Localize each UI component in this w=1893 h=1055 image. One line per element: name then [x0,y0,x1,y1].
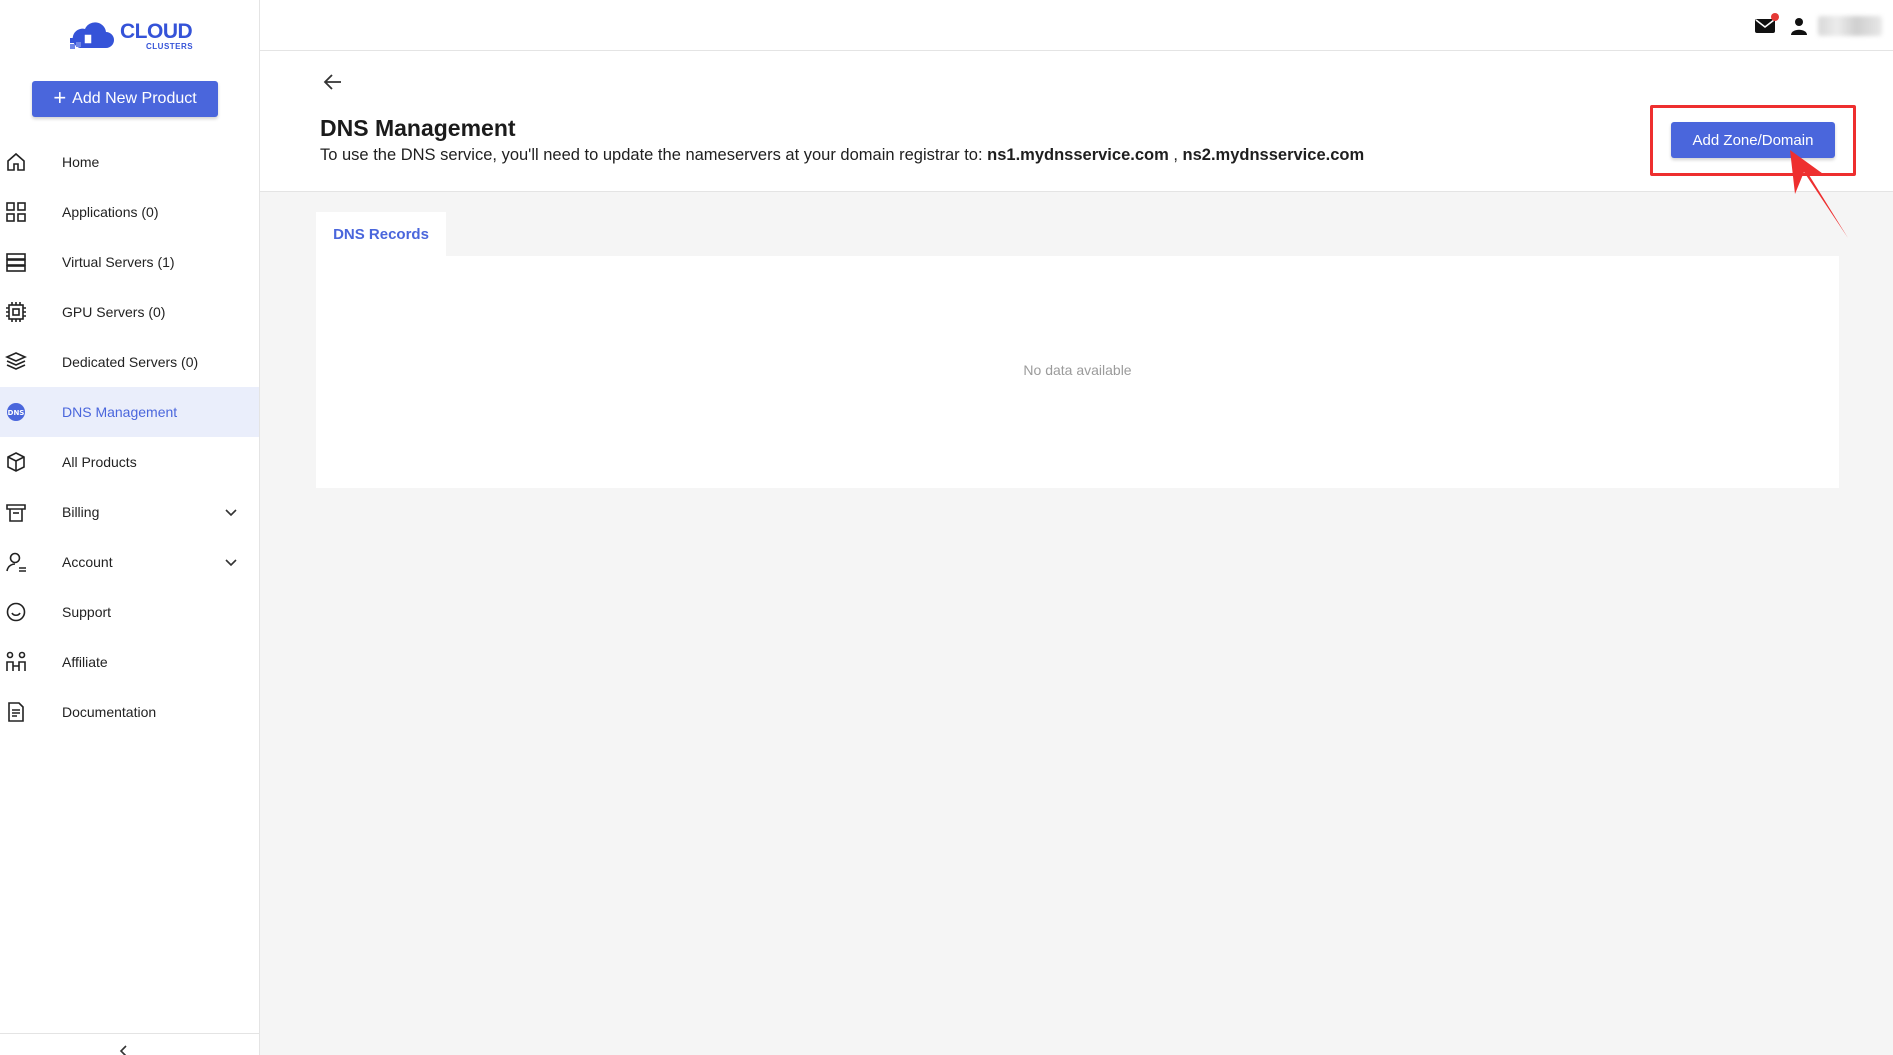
logo-subtext: CLUSTERS [146,42,194,51]
sidebar-item-label: Affiliate [62,654,108,670]
page-header: DNS Management To use the DNS service, y… [260,51,1893,192]
page-title: DNS Management [320,115,516,141]
sidebar-item-gpu-servers[interactable]: GPU Servers (0) [0,287,259,337]
sidebar-item-label: Home [62,154,100,170]
sidebar-item-label: GPU Servers (0) [62,304,166,320]
top-bar: ········ [260,0,1893,51]
sidebar-item-label: Virtual Servers (1) [62,254,175,270]
sidebar: CLOUD CLUSTERS + Add New Product Home Ap… [0,0,260,1055]
add-new-product-label: Add New Product [72,90,197,107]
brand-logo[interactable]: CLOUD CLUSTERS [66,20,193,52]
apps-grid-icon [6,202,26,222]
sidebar-item-dns-management[interactable]: DNS DNS Management [0,387,259,437]
sidebar-item-documentation[interactable]: Documentation [0,687,259,737]
document-icon [8,702,24,722]
add-zone-domain-button[interactable]: Add Zone/Domain [1671,122,1835,158]
box-icon [7,452,25,472]
sidebar-item-label: All Products [62,454,137,470]
mail-button[interactable] [1754,13,1779,36]
user-outline-icon [6,552,26,572]
sidebar-item-account[interactable]: Account [0,537,259,587]
sidebar-footer [0,1033,259,1055]
layers-icon [5,352,27,370]
dns-records-panel: No data available [316,256,1839,488]
nameserver-1: ns1.mydnsservice.com [987,146,1169,164]
nameserver-separator: , [1168,146,1183,164]
receipt-icon [6,504,26,522]
sidebar-nav: Home Applications (0) Virtual Servers (1… [0,137,259,737]
cloud-logo-icon [70,22,114,49]
sidebar-item-label: Applications (0) [62,204,159,220]
sidebar-item-billing[interactable]: Billing [0,487,259,537]
dns-globe-icon: DNS [7,403,25,421]
nameserver-2: ns2.mydnsservice.com [1182,146,1365,164]
username[interactable]: ········ [1818,16,1882,36]
notification-dot [1771,13,1779,21]
sidebar-item-label: Dedicated Servers (0) [62,354,199,370]
sidebar-item-home[interactable]: Home [0,137,259,187]
nameserver-instructions: To use the DNS service, you'll need to u… [320,146,1364,165]
back-arrow-icon[interactable] [322,71,344,93]
plus-icon: + [53,85,67,110]
chip-icon [6,302,26,322]
sidebar-item-label: Account [62,554,113,570]
sidebar-item-affiliate[interactable]: Affiliate [0,637,259,687]
sidebar-item-label: Billing [62,504,100,520]
user-icon[interactable] [1790,17,1808,35]
add-new-product-button[interactable]: + Add New Product [32,81,218,117]
server-stack-icon [6,253,26,272]
affiliate-icon [6,651,26,671]
sidebar-item-support[interactable]: Support [0,587,259,637]
empty-state-text: No data available [1023,362,1132,378]
svg-text:DNS: DNS [8,409,25,417]
sidebar-item-virtual-servers[interactable]: Virtual Servers (1) [0,237,259,287]
sidebar-item-label: Documentation [62,704,157,720]
instructions-text: To use the DNS service, you'll need to u… [320,146,988,164]
chevron-left-icon[interactable] [117,1044,131,1055]
chevron-down-icon[interactable] [224,555,238,569]
sidebar-item-applications[interactable]: Applications (0) [0,187,259,237]
sidebar-item-all-products[interactable]: All Products [0,437,259,487]
chevron-down-icon[interactable] [224,505,238,519]
home-icon [7,152,25,171]
smile-chat-icon [6,602,26,622]
sidebar-item-dedicated-servers[interactable]: Dedicated Servers (0) [0,337,259,387]
sidebar-item-label: Support [62,604,112,620]
logo-text: CLOUD [120,20,193,43]
tab-dns-records[interactable]: DNS Records [316,212,446,256]
sidebar-item-label: DNS Management [62,404,178,420]
